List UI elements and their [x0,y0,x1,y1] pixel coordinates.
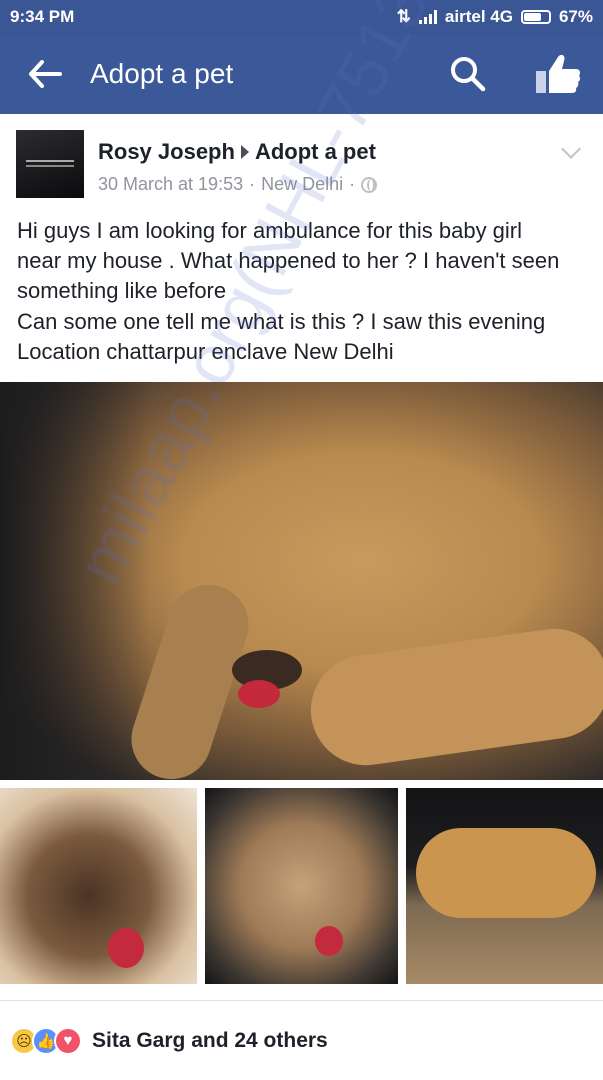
page-title: Adopt a pet [90,58,234,89]
search-icon [451,57,486,92]
arrow-right-icon [240,145,249,159]
app-bar: Adopt a pet [0,34,603,114]
signal-icon [418,10,437,24]
reactions-bar[interactable]: ☹ 👍 ♥ Sita Garg and 24 others [0,1000,603,1080]
author-avatar[interactable] [16,130,84,198]
search-button[interactable] [423,34,513,114]
author-name[interactable]: Rosy Joseph [98,139,235,165]
post-text-line: near my house . What happened to her ? I… [17,248,560,274]
love-reaction-icon: ♥ [54,1026,82,1055]
carrier-label: airtel 4G [444,7,513,26]
post-date[interactable]: 30 March at 19:53 [98,174,243,195]
group-name[interactable]: Adopt a pet [255,139,376,165]
back-arrow-icon [29,60,62,88]
post-photo-main[interactable] [0,382,603,780]
battery-icon [520,10,551,24]
meta-separator: · [349,174,356,194]
meta-separator: · [249,174,256,194]
reactions-summary[interactable]: Sita Garg and 24 others [92,1029,328,1053]
thumbs-up-icon [536,54,581,93]
status-bar: 9:34 PM ⇅ airtel 4G 67% [0,0,603,34]
post-location[interactable]: New Delhi [261,174,343,195]
post-meta: 30 March at 19:53 · New Delhi · [98,174,378,195]
post-header: Rosy Joseph Adopt a pet [98,139,376,165]
post-text-line: Hi guys I am looking for ambulance for t… [17,218,523,243]
post-photo-thumb[interactable] [205,788,398,984]
like-page-button[interactable] [513,34,603,114]
sync-icon: ⇅ [396,7,411,26]
post-text: Hi guys I am looking for ambulance for t… [17,216,597,367]
status-time: 9:34 PM [10,7,75,26]
post-text-line: Location chattarpur enclave New Delhi [17,338,394,364]
post-card: Rosy Joseph Adopt a pet 30 March at 19:5… [0,114,603,1080]
post-text-line: something like before [17,278,227,304]
chevron-down-icon[interactable] [561,139,581,159]
back-button[interactable] [0,34,90,114]
globe-icon [361,176,378,193]
post-text-line: Can some one tell me what is this ? I sa… [17,308,546,334]
battery-level: 67% [558,7,593,26]
post-photo-thumb[interactable] [406,788,603,984]
post-photo-thumb[interactable] [0,788,197,984]
